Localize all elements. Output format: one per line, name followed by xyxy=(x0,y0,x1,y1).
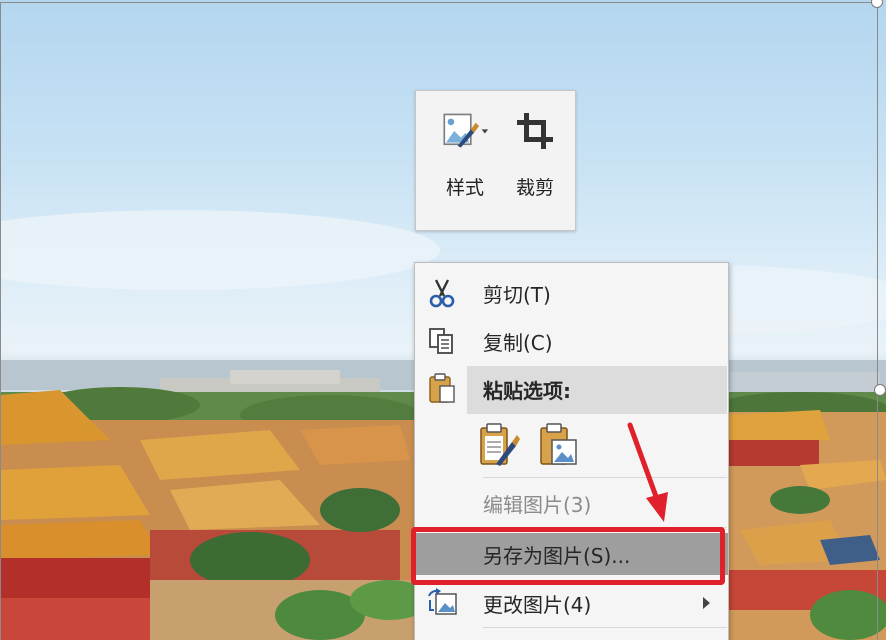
menu-item-copy[interactable]: 复制(C) xyxy=(415,321,728,361)
submenu-arrow-icon xyxy=(703,597,710,609)
paste-as-picture-icon xyxy=(538,422,580,472)
clipboard-icon xyxy=(425,371,459,405)
edit-picture-label: 编辑图片(3) xyxy=(483,492,592,517)
style-label: 样式 xyxy=(445,177,484,199)
picture-style-icon xyxy=(441,107,489,155)
cut-label: 剪切(T) xyxy=(483,282,551,307)
paste-options-label: 粘贴选项: xyxy=(483,379,571,403)
paste-keep-formatting-icon xyxy=(478,422,520,472)
crop-icon xyxy=(511,107,559,155)
resize-handle-right[interactable] xyxy=(874,384,886,396)
paste-keep-formatting-button[interactable] xyxy=(475,421,523,473)
style-button[interactable]: 样式 xyxy=(434,107,496,230)
copy-icon xyxy=(425,324,459,358)
menu-item-change-picture[interactable]: 更改图片(4) xyxy=(415,583,728,623)
menu-item-edit-picture[interactable]: 编辑图片(3) xyxy=(415,483,728,523)
paste-as-picture-button[interactable] xyxy=(535,421,583,473)
change-picture-label: 更改图片(4) xyxy=(483,592,592,617)
scissors-icon xyxy=(425,276,459,310)
change-picture-icon xyxy=(425,586,459,620)
menu-separator xyxy=(483,477,727,478)
crop-button[interactable]: 裁剪 xyxy=(504,107,566,230)
copy-label: 复制(C) xyxy=(483,330,553,355)
context-menu: 剪切(T) 复制(C) 粘贴选项: 编辑图片(3) 另存为图片(S)... 更改… xyxy=(414,262,729,640)
menu-item-save-as-picture[interactable]: 另存为图片(S)... xyxy=(415,533,728,575)
menu-separator xyxy=(483,527,727,528)
crop-label: 裁剪 xyxy=(515,177,554,199)
menu-item-cut[interactable]: 剪切(T) xyxy=(415,273,728,313)
save-as-picture-label: 另存为图片(S)... xyxy=(483,543,631,568)
mini-toolbar: 样式 裁剪 xyxy=(415,90,576,231)
menu-separator xyxy=(483,627,727,628)
